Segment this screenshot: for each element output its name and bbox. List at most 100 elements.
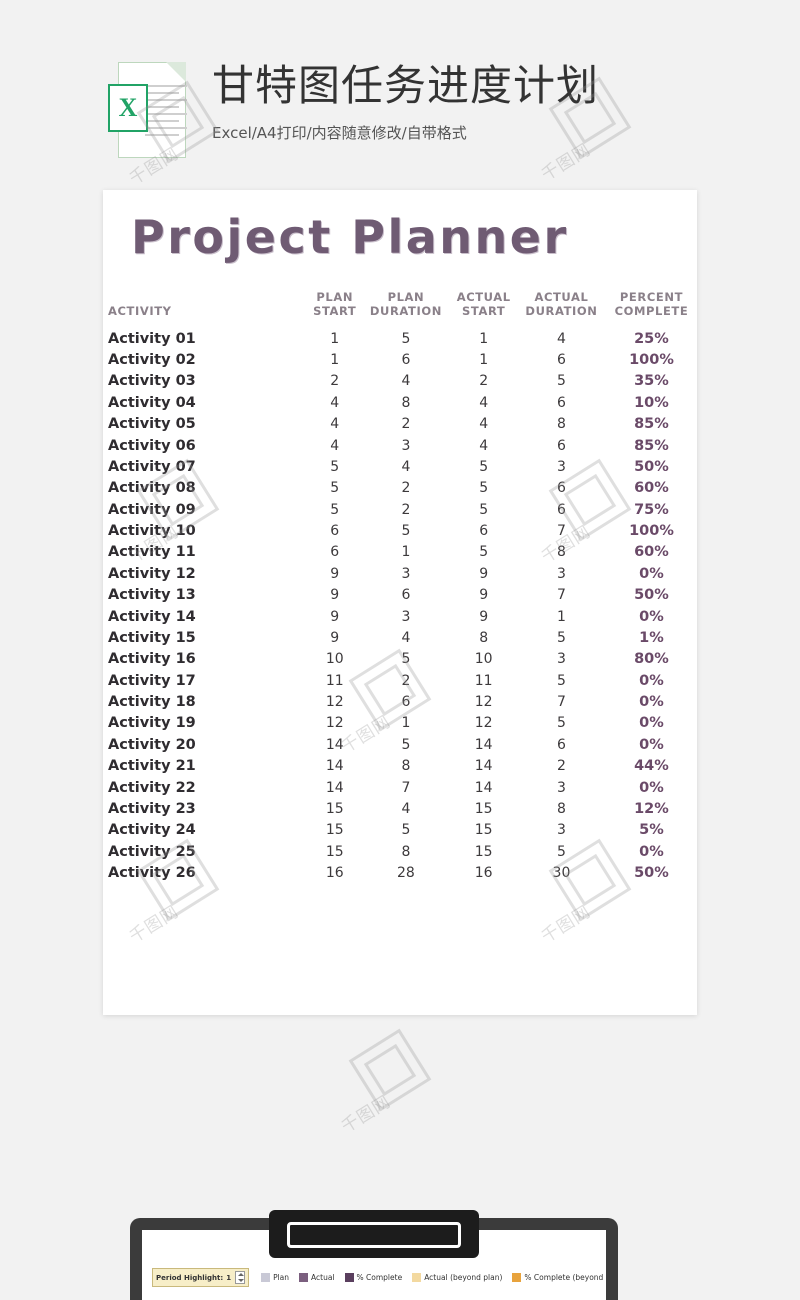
cell-plan-start: 9: [330, 565, 340, 582]
table-row: Activity 23 15 4 15 8 12%: [103, 798, 697, 819]
table-row: Activity 13 9 6 9 7 50%: [103, 585, 697, 606]
cell-percent-complete: 25%: [634, 330, 669, 347]
cell-plan-start: 2: [330, 373, 340, 390]
cell-plan-start: 4: [330, 437, 340, 454]
cell-actual-start: 8: [479, 629, 489, 646]
planner-title: Project Planner: [131, 210, 569, 264]
cell-percent-complete: 60%: [634, 544, 669, 561]
cell-actual-start: 4: [479, 394, 489, 411]
cell-plan-start: 5: [330, 480, 340, 497]
cell-percent-complete: 5%: [639, 822, 664, 839]
watermark-text: 千图网: [338, 1091, 395, 1138]
cell-percent-complete: 100%: [629, 523, 674, 540]
column-header-percent-line2: COMPLETE: [614, 304, 689, 318]
legend-swatch-percent-complete: [344, 1273, 354, 1282]
table-row: Activity 19 12 1 12 5 0%: [103, 713, 697, 734]
cell-actual-start: 14: [474, 736, 493, 753]
excel-badge-icon: X: [108, 84, 148, 132]
legend-label-plan: Plan: [273, 1273, 290, 1282]
cell-plan-start: 15: [325, 843, 344, 860]
column-header-plan-start-line1: PLAN: [316, 290, 354, 304]
column-header-plan-start-line2: START: [313, 304, 357, 318]
cell-actual-duration: 6: [557, 736, 566, 753]
column-header-plan-start: PLAN START: [308, 290, 361, 328]
legend-swatch-actual-beyond-plan: [412, 1273, 422, 1282]
column-header-actual-duration-line2: DURATION: [525, 304, 598, 318]
cell-plan-duration: 6: [401, 694, 411, 711]
cell-plan-start: 14: [325, 758, 344, 775]
cell-activity: Activity 14: [108, 608, 196, 625]
table-row: Activity 17 11 2 11 5 0%: [103, 670, 697, 691]
cell-plan-start: 6: [330, 544, 340, 561]
cell-percent-complete: 80%: [634, 651, 669, 668]
cell-actual-start: 9: [479, 565, 489, 582]
cell-percent-complete: 1%: [639, 629, 664, 646]
spinner-icon[interactable]: [235, 1271, 246, 1284]
column-header-percent-complete: PERCENT COMPLETE: [606, 290, 697, 328]
cell-activity: Activity 02: [108, 352, 196, 369]
legend-item-percent-complete: % Complete: [344, 1273, 402, 1282]
cell-actual-start: 1: [479, 330, 489, 347]
page-root: X 甘特图任务进度计划 Excel/A4打印/内容随意修改/自带格式 Proje…: [0, 0, 800, 1300]
cell-activity: Activity 26: [108, 865, 196, 882]
table-row: Activity 06 4 3 4 6 85%: [103, 435, 697, 456]
cell-plan-duration: 4: [401, 629, 411, 646]
cell-actual-duration: 4: [557, 330, 566, 347]
cell-percent-complete: 60%: [634, 480, 669, 497]
cell-actual-duration: 2: [557, 758, 566, 775]
cell-activity: Activity 20: [108, 736, 196, 753]
cell-actual-start: 16: [474, 865, 493, 882]
column-header-activity-line1: ACTIVITY: [108, 304, 172, 318]
cell-actual-duration: 8: [557, 416, 566, 433]
table-row: Activity 09 5 2 5 6 75%: [103, 499, 697, 520]
cell-percent-complete: 50%: [634, 458, 669, 475]
cell-actual-start: 4: [479, 416, 489, 433]
cell-actual-duration: 8: [557, 544, 566, 561]
column-header-actual-start: ACTUAL START: [450, 290, 517, 328]
cell-actual-start: 10: [474, 651, 493, 668]
cell-plan-start: 9: [330, 587, 340, 604]
cell-activity: Activity 09: [108, 501, 196, 518]
cell-activity: Activity 24: [108, 822, 196, 839]
cell-actual-duration: 6: [557, 501, 566, 518]
cell-actual-start: 12: [474, 694, 493, 711]
cell-actual-duration: 3: [557, 822, 566, 839]
cell-plan-start: 15: [325, 800, 344, 817]
period-highlight-control[interactable]: Period Highlight: 1: [152, 1268, 250, 1287]
cell-plan-duration: 5: [401, 736, 411, 753]
cell-actual-duration: 5: [557, 672, 566, 689]
cell-percent-complete: 0%: [639, 608, 664, 625]
cell-actual-duration: 6: [557, 480, 566, 497]
cell-plan-duration: 5: [401, 651, 411, 668]
column-header-plan-duration-line1: PLAN: [387, 290, 425, 304]
legend-label-actual-beyond-plan: Actual (beyond plan): [424, 1273, 503, 1282]
cell-plan-start: 1: [330, 352, 340, 369]
column-header-actual-start-line2: START: [462, 304, 506, 318]
cell-activity: Activity 03: [108, 373, 196, 390]
cell-plan-duration: 2: [401, 480, 411, 497]
table-row: Activity 26 16 28 16 30 50%: [103, 862, 697, 883]
cell-actual-start: 4: [479, 437, 489, 454]
cell-actual-start: 9: [479, 608, 489, 625]
cell-activity: Activity 01: [108, 330, 196, 347]
cell-actual-start: 6: [479, 523, 489, 540]
cell-plan-duration: 8: [401, 843, 411, 860]
table-row: Activity 05 4 2 4 8 85%: [103, 414, 697, 435]
cell-activity: Activity 11: [108, 544, 196, 561]
period-highlight-label: Period Highlight:: [156, 1273, 224, 1282]
cell-activity: Activity 15: [108, 629, 196, 646]
legend-item-percent-beyond-plan: % Complete (beyond plan): [512, 1273, 606, 1282]
cell-percent-complete: 0%: [639, 694, 664, 711]
cell-percent-complete: 0%: [639, 843, 664, 860]
column-header-plan-duration-line2: DURATION: [369, 304, 442, 318]
document-preview-card: Project Planner ACTIVITY PLAN START PLAN…: [103, 190, 697, 1015]
cell-actual-start: 15: [474, 843, 493, 860]
cell-activity: Activity 21: [108, 758, 196, 775]
cell-percent-complete: 100%: [629, 352, 674, 369]
cell-activity: Activity 13: [108, 587, 196, 604]
table-header: ACTIVITY PLAN START PLAN DURATION ACTUAL…: [103, 290, 697, 328]
cell-actual-duration: 5: [557, 715, 566, 732]
cell-plan-duration: 2: [401, 416, 411, 433]
legend-label-percent-beyond-plan: % Complete (beyond plan): [524, 1273, 606, 1282]
laptop-camera-bar: [269, 1210, 479, 1258]
